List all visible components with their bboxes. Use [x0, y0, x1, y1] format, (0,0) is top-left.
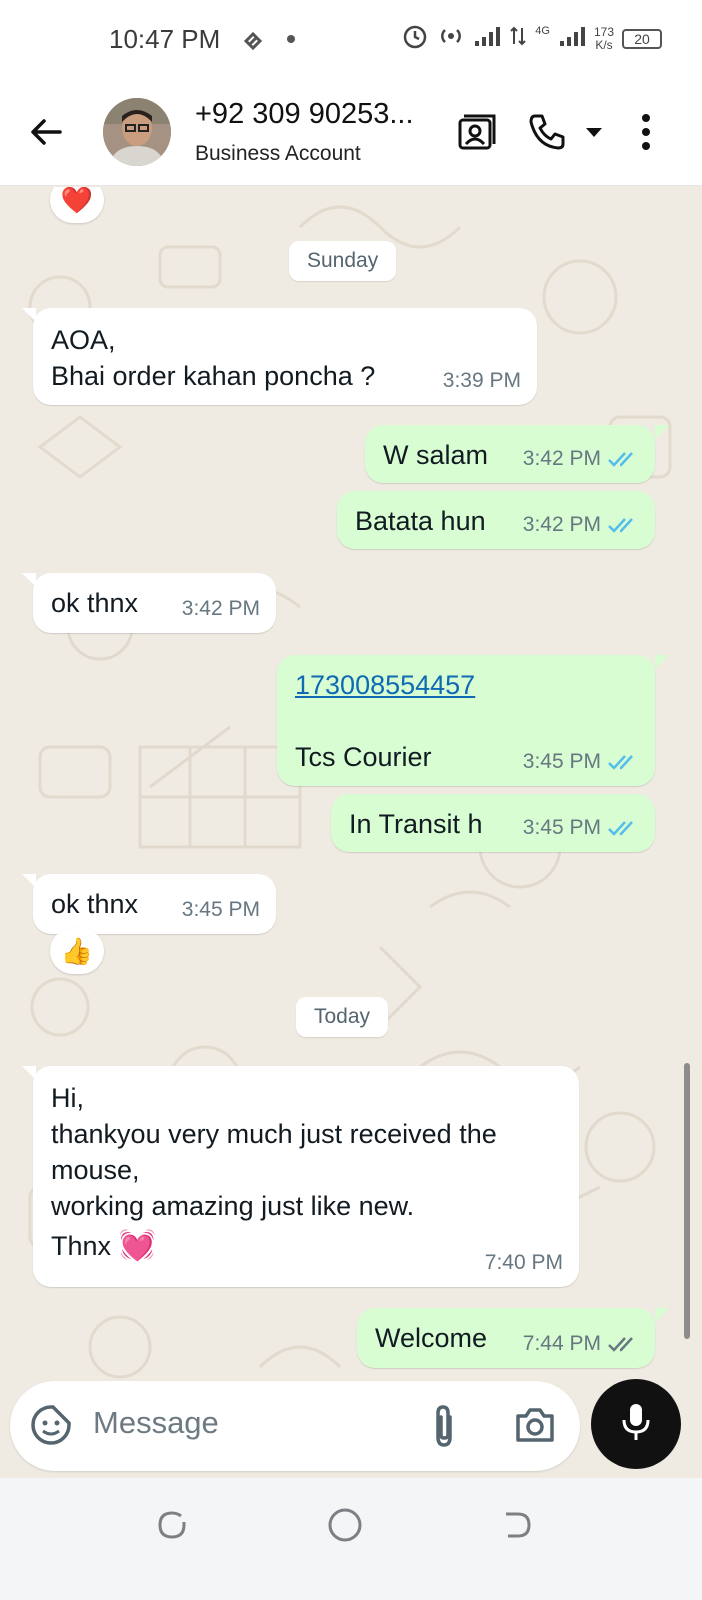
message-text: ok thnx: [51, 889, 139, 919]
message-time: 3:45 PM: [181, 898, 260, 921]
signal-icon: [473, 25, 501, 53]
message-line: mouse,: [51, 1155, 140, 1185]
date-separator: Sunday: [289, 241, 397, 281]
incoming-message[interactable]: AOA, Bhai order kahan poncha ? 3:39 PM: [33, 308, 537, 405]
message-composer[interactable]: Message: [10, 1381, 580, 1471]
message-time: 3:42 PM: [181, 597, 260, 620]
message-line: thankyou very much just received the: [51, 1119, 497, 1149]
outgoing-message[interactable]: 173008554457 Tcs Courier 3:45 PM: [277, 655, 655, 786]
read-ticks-icon: [608, 518, 633, 533]
delivered-ticks-icon: [608, 1337, 633, 1352]
bubble-tail: [655, 655, 669, 669]
outgoing-message[interactable]: In Transit h 3:45 PM: [331, 794, 655, 852]
message-time: 7:40 PM: [484, 1251, 563, 1274]
message-text: ok thnx: [51, 588, 139, 618]
read-ticks-icon: [608, 755, 633, 770]
read-ticks-icon: [608, 821, 633, 836]
camera-icon[interactable]: [513, 1403, 557, 1452]
contact-subtitle[interactable]: Business Account: [195, 142, 361, 166]
mic-button[interactable]: [591, 1379, 681, 1469]
outgoing-message[interactable]: Welcome 7:44 PM: [357, 1308, 655, 1368]
status-bar: 10:47 PM 4G 173 K/s 20: [0, 0, 702, 80]
bubble-tail: [22, 1066, 36, 1080]
back-arrow-icon[interactable]: [26, 112, 66, 152]
data-transfer-icon: [509, 24, 527, 54]
outgoing-message[interactable]: Batata hun 3:42 PM: [337, 491, 655, 549]
sticker-icon[interactable]: [30, 1404, 72, 1451]
beating-heart-emoji: 💓: [118, 1229, 156, 1262]
date-separator: Today: [296, 997, 389, 1037]
reaction-emoji: ❤️: [60, 187, 94, 215]
alarm-icon: [401, 22, 429, 56]
sync-icon: [238, 26, 268, 62]
chat-header: +92 309 90253... Business Account: [0, 80, 702, 186]
network-speed: 173 K/s: [593, 25, 614, 52]
battery-icon: 20: [622, 29, 662, 49]
more-vert-icon[interactable]: [634, 110, 658, 154]
contact-card-icon[interactable]: [454, 110, 498, 154]
thumbs-up-reaction[interactable]: 👍: [50, 928, 104, 974]
network-type: 4G: [535, 25, 550, 37]
recents-icon[interactable]: [155, 1508, 189, 1547]
message-meta: 3:45 PM: [523, 744, 641, 780]
message-text: W salam: [383, 440, 489, 470]
message-input[interactable]: Message: [93, 1405, 219, 1441]
incoming-message[interactable]: Hi, thankyou very much just received the…: [33, 1066, 579, 1287]
contact-name[interactable]: +92 309 90253...: [195, 98, 414, 131]
bubble-tail: [655, 425, 669, 439]
bubble-tail: [22, 874, 36, 888]
message-line: Hi,: [51, 1083, 84, 1113]
message-text: In Transit h: [349, 809, 483, 839]
reaction-emoji: 👍: [60, 935, 94, 966]
system-nav-bar: [0, 1478, 702, 1600]
date-label: Today: [314, 1005, 371, 1028]
status-icons: 4G 173 K/s 20: [401, 22, 662, 56]
incoming-message[interactable]: ok thnx 3:42 PM: [33, 573, 276, 633]
signal-icon-2: [558, 25, 586, 53]
message-time: 3:39 PM: [442, 369, 521, 392]
attach-icon[interactable]: [424, 1403, 464, 1454]
bubble-tail: [22, 308, 36, 322]
message-line: AOA,: [51, 325, 116, 355]
avatar[interactable]: [103, 98, 171, 166]
scrollbar[interactable]: [684, 1063, 690, 1339]
hotspot-icon: [437, 24, 465, 54]
incoming-message[interactable]: ok thnx 3:45 PM: [33, 874, 276, 934]
message-meta: 3:42 PM: [523, 441, 641, 477]
home-icon[interactable]: [326, 1506, 364, 1549]
dropdown-icon[interactable]: [582, 110, 606, 154]
mic-icon: [618, 1400, 654, 1449]
message-meta: 3:42 PM: [523, 507, 641, 543]
status-time: 10:47 PM: [109, 24, 221, 54]
tracking-number-link[interactable]: 173008554457: [295, 667, 637, 703]
date-label: Sunday: [307, 249, 379, 272]
message-meta: 3:45 PM: [523, 810, 641, 846]
bubble-tail: [655, 1308, 669, 1322]
message-line: working amazing just like new.: [51, 1191, 415, 1221]
bubble-tail: [22, 573, 36, 587]
back-nav-icon[interactable]: [500, 1508, 534, 1547]
outgoing-message[interactable]: W salam 3:42 PM: [365, 425, 655, 483]
message-text: Batata hun: [355, 506, 486, 536]
message-text: Welcome: [375, 1323, 488, 1353]
message-meta: 7:44 PM: [523, 1326, 641, 1362]
read-ticks-icon: [608, 452, 633, 467]
chat-area[interactable]: ❤️ Sunday AOA, Bhai order kahan poncha ?…: [0, 187, 702, 1409]
notification-dot-icon: [287, 35, 295, 43]
phone-icon[interactable]: [525, 110, 569, 154]
message-line: Thnx: [51, 1231, 112, 1261]
